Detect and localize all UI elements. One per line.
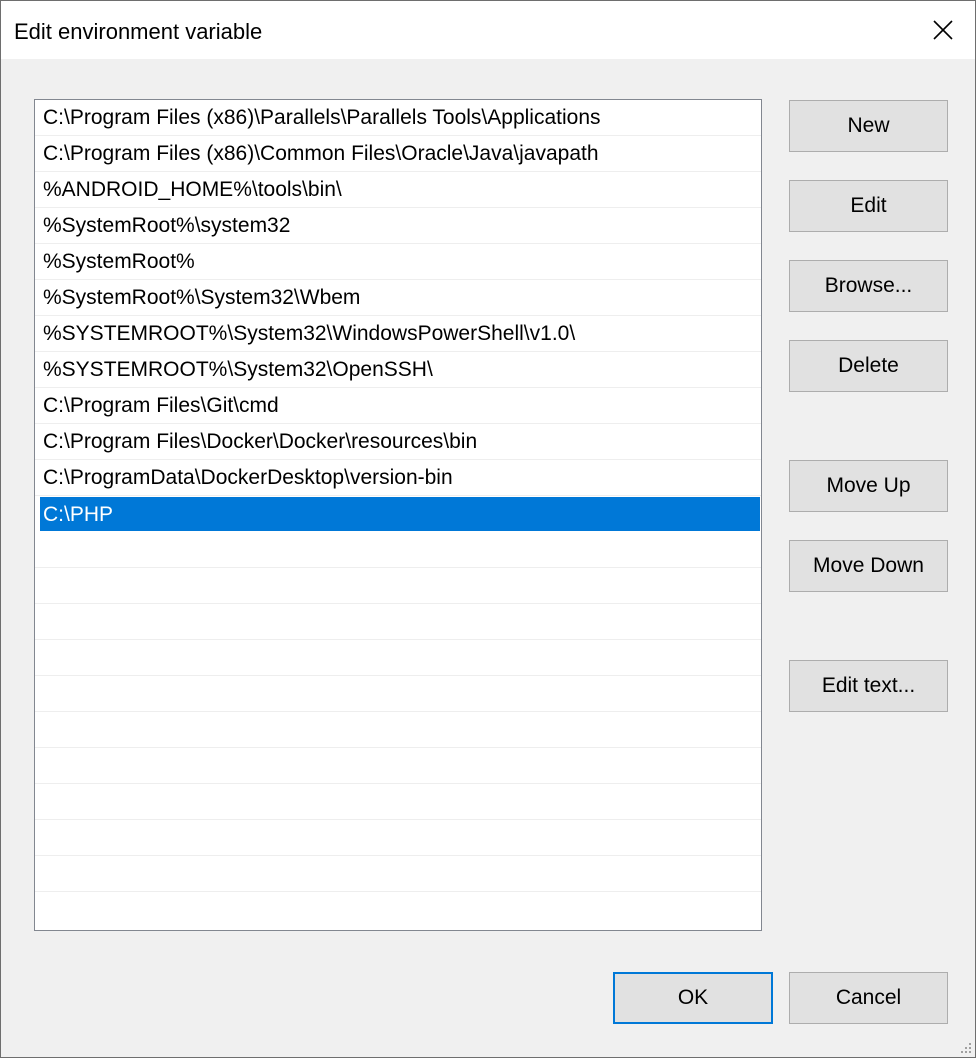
delete-button[interactable]: Delete [789, 340, 948, 392]
empty-row[interactable] [35, 748, 761, 784]
move-up-button[interactable]: Move Up [789, 460, 948, 512]
list-item[interactable]: C:\Program Files\Git\cmd [35, 388, 761, 424]
new-button[interactable]: New [789, 100, 948, 152]
list-item[interactable]: C:\Program Files (x86)\Common Files\Orac… [35, 136, 761, 172]
list-item[interactable]: C:\Program Files (x86)\Parallels\Paralle… [35, 100, 761, 136]
list-item[interactable]: %SystemRoot% [35, 244, 761, 280]
list-item[interactable]: %ANDROID_HOME%\tools\bin\ [35, 172, 761, 208]
close-icon [933, 20, 953, 40]
title-bar: Edit environment variable [1, 1, 975, 59]
empty-row[interactable] [35, 712, 761, 748]
path-entries-list[interactable]: C:\Program Files (x86)\Parallels\Paralle… [34, 99, 762, 931]
window-title: Edit environment variable [14, 19, 263, 44]
empty-row[interactable] [35, 604, 761, 640]
close-button[interactable] [911, 1, 975, 59]
list-item[interactable]: %SYSTEMROOT%\System32\WindowsPowerShell\… [35, 316, 761, 352]
empty-row[interactable] [35, 820, 761, 856]
empty-row[interactable] [35, 532, 761, 568]
ok-button[interactable]: OK [613, 972, 773, 1024]
cancel-button[interactable]: Cancel [789, 972, 948, 1024]
list-item-selected[interactable]: C:\PHP [40, 497, 760, 531]
move-down-button[interactable]: Move Down [789, 540, 948, 592]
empty-row[interactable] [35, 856, 761, 892]
resize-grip-icon[interactable] [958, 1040, 972, 1054]
empty-row[interactable] [35, 640, 761, 676]
empty-row[interactable] [35, 892, 761, 927]
list-item[interactable]: %SYSTEMROOT%\System32\OpenSSH\ [35, 352, 761, 388]
empty-row[interactable] [35, 784, 761, 820]
list-item[interactable]: %SystemRoot%\system32 [35, 208, 761, 244]
list-item[interactable]: C:\Program Files\Docker\Docker\resources… [35, 424, 761, 460]
empty-row[interactable] [35, 568, 761, 604]
empty-row[interactable] [35, 676, 761, 712]
edit-environment-variable-dialog: Edit environment variable C:\Program Fil… [0, 0, 976, 1058]
browse-button[interactable]: Browse... [789, 260, 948, 312]
edit-button[interactable]: Edit [789, 180, 948, 232]
list-item[interactable]: C:\ProgramData\DockerDesktop\version-bin [35, 460, 761, 496]
list-item[interactable]: %SystemRoot%\System32\Wbem [35, 280, 761, 316]
edit-text-button[interactable]: Edit text... [789, 660, 948, 712]
